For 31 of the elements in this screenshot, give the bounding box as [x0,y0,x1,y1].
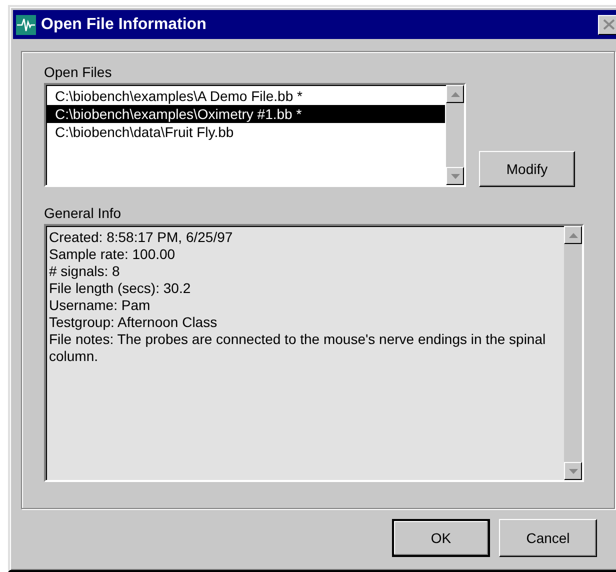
scroll-down-button[interactable] [564,462,582,480]
info-line: Sample rate: 100.00 [49,246,176,263]
scroll-up-button[interactable] [564,226,582,244]
general-info-label: General Info [44,205,122,221]
file-list-item[interactable]: C:\biobench\examples\A Demo File.bb * [47,87,445,105]
ok-button[interactable]: OK [392,519,490,557]
info-line: Testgroup: Afternoon Class [49,314,218,331]
scroll-down-button[interactable] [446,167,464,185]
scroll-down-icon [568,468,578,474]
scroll-up-button[interactable] [446,85,464,103]
close-icon [603,19,615,30]
scrollbar[interactable] [446,85,464,185]
file-list-item[interactable]: C:\biobench\data\Fruit Fly.bb [47,123,445,141]
info-line: Created: 8:58:17 PM, 6/25/97 [49,229,234,246]
info-line: File length (secs): 30.2 [49,280,192,297]
info-line: Username: Pam [49,297,152,314]
close-button[interactable] [598,14,616,34]
info-text-area[interactable] [44,224,584,482]
scroll-up-icon [450,92,460,96]
scrollbar[interactable] [564,226,582,480]
info-line: # signals: 8 [49,263,121,280]
file-list[interactable]: C:\biobench\examples\A Demo File.bb * C:\biobench\examples\Oximetry #1.bb * C:\biobench\data\Fruit Fly.bb [44,83,466,187]
scroll-down-icon [450,174,460,178]
file-list-item[interactable]: C:\biobench\examples\Oximetry #1.bb * [47,105,445,123]
open-files-label: Open Files [44,64,112,80]
waveform-icon [16,14,36,34]
info-line: File notes: The probes are connected to the mouse's nerve endings in the spinal column. [49,331,547,365]
window-title: Open File Information [41,16,208,34]
scroll-up-icon [568,232,578,238]
cancel-button[interactable]: Cancel [499,519,597,557]
modify-button[interactable]: Modify [479,151,575,187]
